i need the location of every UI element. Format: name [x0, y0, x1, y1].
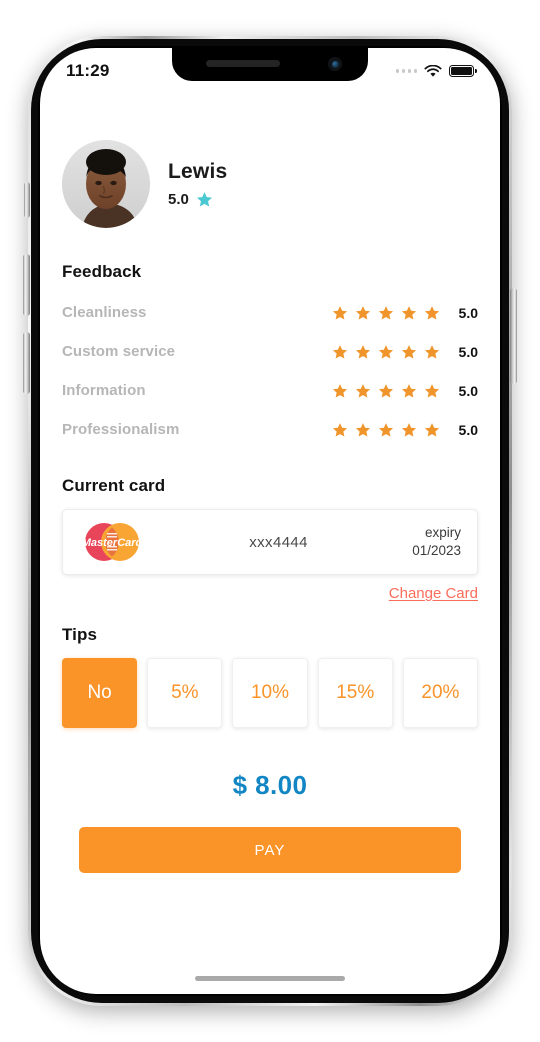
screenshot-root: 11:29 Lewis 5.0 Feedback Cleanliness 5.0…	[0, 0, 540, 1042]
star-icon[interactable]	[401, 344, 417, 360]
star-icon[interactable]	[355, 305, 371, 321]
star-icon[interactable]	[355, 383, 371, 399]
wifi-icon	[424, 64, 442, 77]
tips-title: Tips	[62, 625, 98, 644]
home-indicator[interactable]	[195, 976, 345, 981]
total-amount: $ 8.00	[232, 770, 308, 800]
feedback-score-cleanliness: 5.0	[458, 304, 478, 321]
volume-up-button[interactable]	[23, 254, 30, 316]
feedback-label-custom-service: Custom service	[62, 343, 176, 360]
power-button[interactable]	[510, 288, 517, 384]
feedback-stars-professionalism[interactable]	[332, 422, 440, 438]
star-icon[interactable]	[378, 344, 394, 360]
tip-option-20[interactable]: 20%	[402, 658, 479, 728]
star-icon[interactable]	[355, 344, 371, 360]
tips-options: No 5% 10% 15% 20%	[62, 658, 479, 728]
avatar	[62, 140, 150, 228]
feedback-score-custom-service: 5.0	[458, 343, 478, 360]
star-icon[interactable]	[401, 305, 417, 321]
phone-screen: 11:29 Lewis 5.0 Feedback Cleanliness 5.0…	[40, 48, 500, 994]
page-content: Lewis 5.0 Feedback Cleanliness 5.0 Custo…	[40, 92, 500, 873]
change-card-wrap: Change Card	[62, 585, 478, 603]
tip-option-no[interactable]: No	[62, 658, 138, 728]
star-icon[interactable]	[332, 422, 348, 438]
star-icon[interactable]	[424, 344, 440, 360]
feedback-label-cleanliness: Cleanliness	[62, 304, 147, 321]
status-bar-time: 11:29	[66, 61, 110, 80]
star-icon[interactable]	[424, 422, 440, 438]
tip-option-10[interactable]: 10%	[232, 658, 308, 728]
star-icon[interactable]	[401, 422, 417, 438]
svg-text:MasterCard: MasterCard	[82, 537, 143, 549]
signal-dots-icon	[395, 69, 417, 73]
feedback-row: Cleanliness 5.0	[62, 304, 478, 321]
feedback-row: Custom service 5.0	[62, 343, 478, 360]
star-icon[interactable]	[424, 305, 440, 321]
feedback-label-information: Information	[62, 382, 146, 399]
notch	[172, 48, 368, 81]
current-card-row[interactable]: MasterCard xxx4444 expiry 01/2023	[62, 509, 478, 575]
silence-switch[interactable]	[24, 182, 30, 218]
current-card-title: Current card	[62, 476, 166, 495]
battery-full-icon	[449, 65, 477, 77]
feedback-row: Information 5.0	[62, 382, 478, 399]
front-camera-icon	[328, 57, 342, 71]
star-icon[interactable]	[332, 383, 348, 399]
tip-option-15[interactable]: 15%	[317, 658, 393, 728]
feedback-stars-custom-service[interactable]	[332, 344, 440, 360]
star-icon[interactable]	[401, 383, 417, 399]
feedback-label-professionalism: Professionalism	[62, 421, 180, 438]
profile-name: Lewis	[168, 160, 228, 183]
feedback-title: Feedback	[62, 262, 142, 281]
card-expiry: expiry 01/2023	[412, 524, 461, 560]
star-icon[interactable]	[332, 344, 348, 360]
card-expiry-value: 01/2023	[412, 543, 461, 558]
mastercard-logo-icon: MasterCard	[82, 523, 143, 561]
star-icon[interactable]	[378, 305, 394, 321]
star-icon[interactable]	[424, 383, 440, 399]
status-bar-indicators	[395, 64, 477, 78]
speaker-grille-icon	[206, 60, 280, 67]
feedback-stars-cleanliness[interactable]	[332, 305, 440, 321]
feedback-row: Professionalism 5.0	[62, 421, 478, 438]
profile-rating-value: 5.0	[168, 191, 189, 208]
star-icon[interactable]	[378, 383, 394, 399]
star-icon[interactable]	[378, 422, 394, 438]
feedback-stars-information[interactable]	[332, 383, 440, 399]
star-icon[interactable]	[355, 422, 371, 438]
card-expiry-label: expiry	[424, 524, 461, 540]
profile-meta: Lewis 5.0	[168, 160, 227, 208]
feedback-score-information: 5.0	[458, 382, 478, 399]
feedback-score-professionalism: 5.0	[458, 421, 478, 438]
change-card-link[interactable]: Change Card	[389, 585, 478, 602]
star-icon	[196, 192, 212, 207]
pay-button[interactable]: PAY	[79, 827, 461, 873]
volume-down-button[interactable]	[23, 332, 30, 394]
star-icon[interactable]	[332, 305, 348, 321]
tip-option-5[interactable]: 5%	[147, 658, 223, 728]
card-number: xxx4444	[249, 533, 308, 551]
profile-rating: 5.0	[168, 191, 227, 208]
profile-header: Lewis 5.0	[62, 140, 478, 228]
